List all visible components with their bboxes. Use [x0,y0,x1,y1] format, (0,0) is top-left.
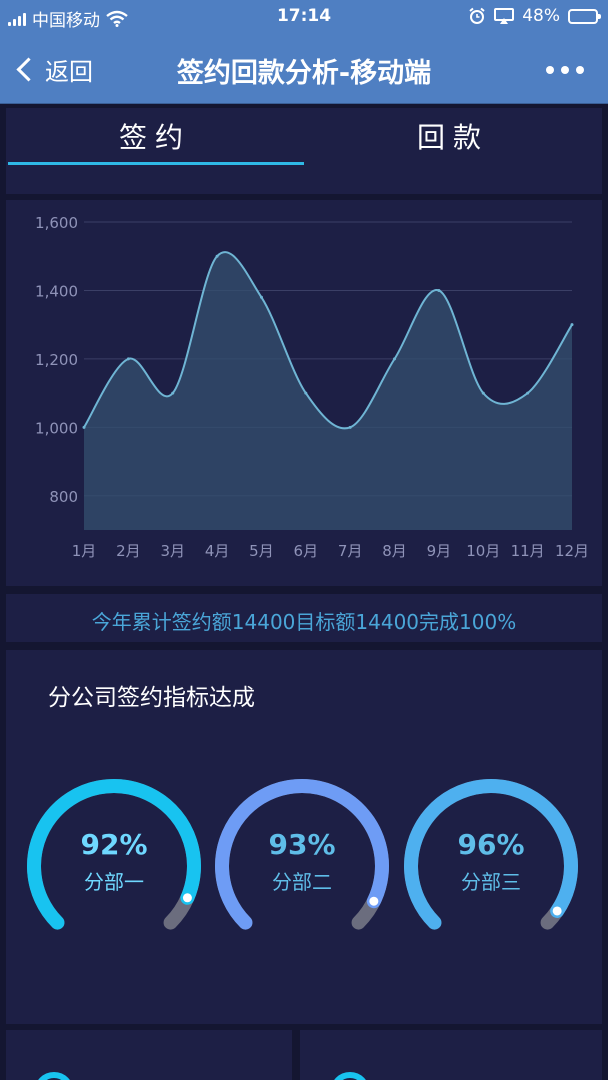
branch-gauges-panel: 分公司签约指标达成 92% 分部一 93% 分部二 96% 分部三 [6,650,602,1024]
x-tick-label: 2月 [116,542,141,560]
data-point [437,288,441,292]
data-point [393,357,397,361]
data-point [126,357,130,361]
data-point [348,425,352,429]
x-tick-label: 1月 [72,542,97,560]
gauge-value: 93% [268,828,336,861]
summary-text: 今年累计签约额14400目标额14400完成100% [91,610,517,634]
more-dot-icon [561,66,569,74]
monthly-sign-chart: 800 1,000 1,200 1,400 1,600 1月 2月 3月 4月 5月 6月 7月 8月 9… [6,200,602,586]
back-button[interactable]: 返回 [14,52,93,87]
more-dot-icon [546,66,554,74]
data-point [304,391,308,395]
y-tick-label: 1,200 [35,351,78,369]
alarm-icon [469,7,485,24]
x-tick-label: 7月 [338,542,363,560]
y-tick-label: 1,000 [35,419,78,437]
x-tick-label: 10月 [466,542,500,560]
chevron-left-icon [16,57,41,82]
back-label: 返回 [45,58,93,86]
y-tick-label: 1,600 [35,214,78,232]
gauge-label: 分部二 [272,870,332,894]
data-point [481,391,485,395]
more-dot-icon [576,66,584,74]
airplay-icon [494,7,515,24]
y-tick-label: 1,400 [35,282,78,300]
y-tick-label: 800 [49,488,78,506]
data-point [215,254,219,258]
tab-payment[interactable]: 回款 [304,118,602,170]
x-tick-label: 4月 [205,542,230,560]
more-options-button[interactable] [546,66,584,74]
status-bar: 中国移动 17:14 48% [0,0,608,34]
status-right: 48% [468,6,601,26]
active-tab-indicator [8,162,304,165]
battery-percent: 48% [522,6,560,26]
data-point [259,295,263,299]
battery-icon [568,8,601,24]
data-point [171,391,175,395]
chart-canvas: 800 1,000 1,200 1,400 1,600 1月 2月 3月 4月 5月 6月 7月 8月 9… [35,214,589,560]
x-tick-label: 11月 [511,542,545,560]
x-tick-label: 5月 [249,542,274,560]
gauge-label: 分部一 [84,870,144,894]
section-title: 分公司签约指标达成 [48,685,255,711]
bottom-panel-left [6,1030,292,1080]
gauge-label: 分部三 [461,870,521,894]
x-tick-label: 8月 [382,542,407,560]
gauge-branch-3: 96% 分部三 [401,776,581,936]
data-point [526,391,530,395]
x-tick-label: 3月 [160,542,185,560]
bottom-panel-right [300,1030,602,1080]
gauge-arc-peek [34,1072,74,1080]
summary-panel: 今年累计签约额14400目标额14400完成100% [6,594,602,642]
navigation-bar: 返回 签约回款分析-移动端 [0,34,608,104]
x-tick-label: 9月 [427,542,452,560]
gauge-branch-1: 92% 分部一 [24,776,204,936]
gauge-value: 92% [80,828,148,861]
x-tick-label: 6月 [294,542,319,560]
gauge-arc-peek [330,1072,370,1080]
data-point [82,425,86,429]
gauge-knob [369,896,379,906]
data-point [570,323,574,327]
gauge-knob [552,906,562,916]
x-tick-label: 12月 [555,542,589,560]
gauge-branch-2: 93% 分部二 [212,776,392,936]
gauge-value: 96% [457,828,525,861]
tab-bar: 签约 回款 [6,108,602,194]
